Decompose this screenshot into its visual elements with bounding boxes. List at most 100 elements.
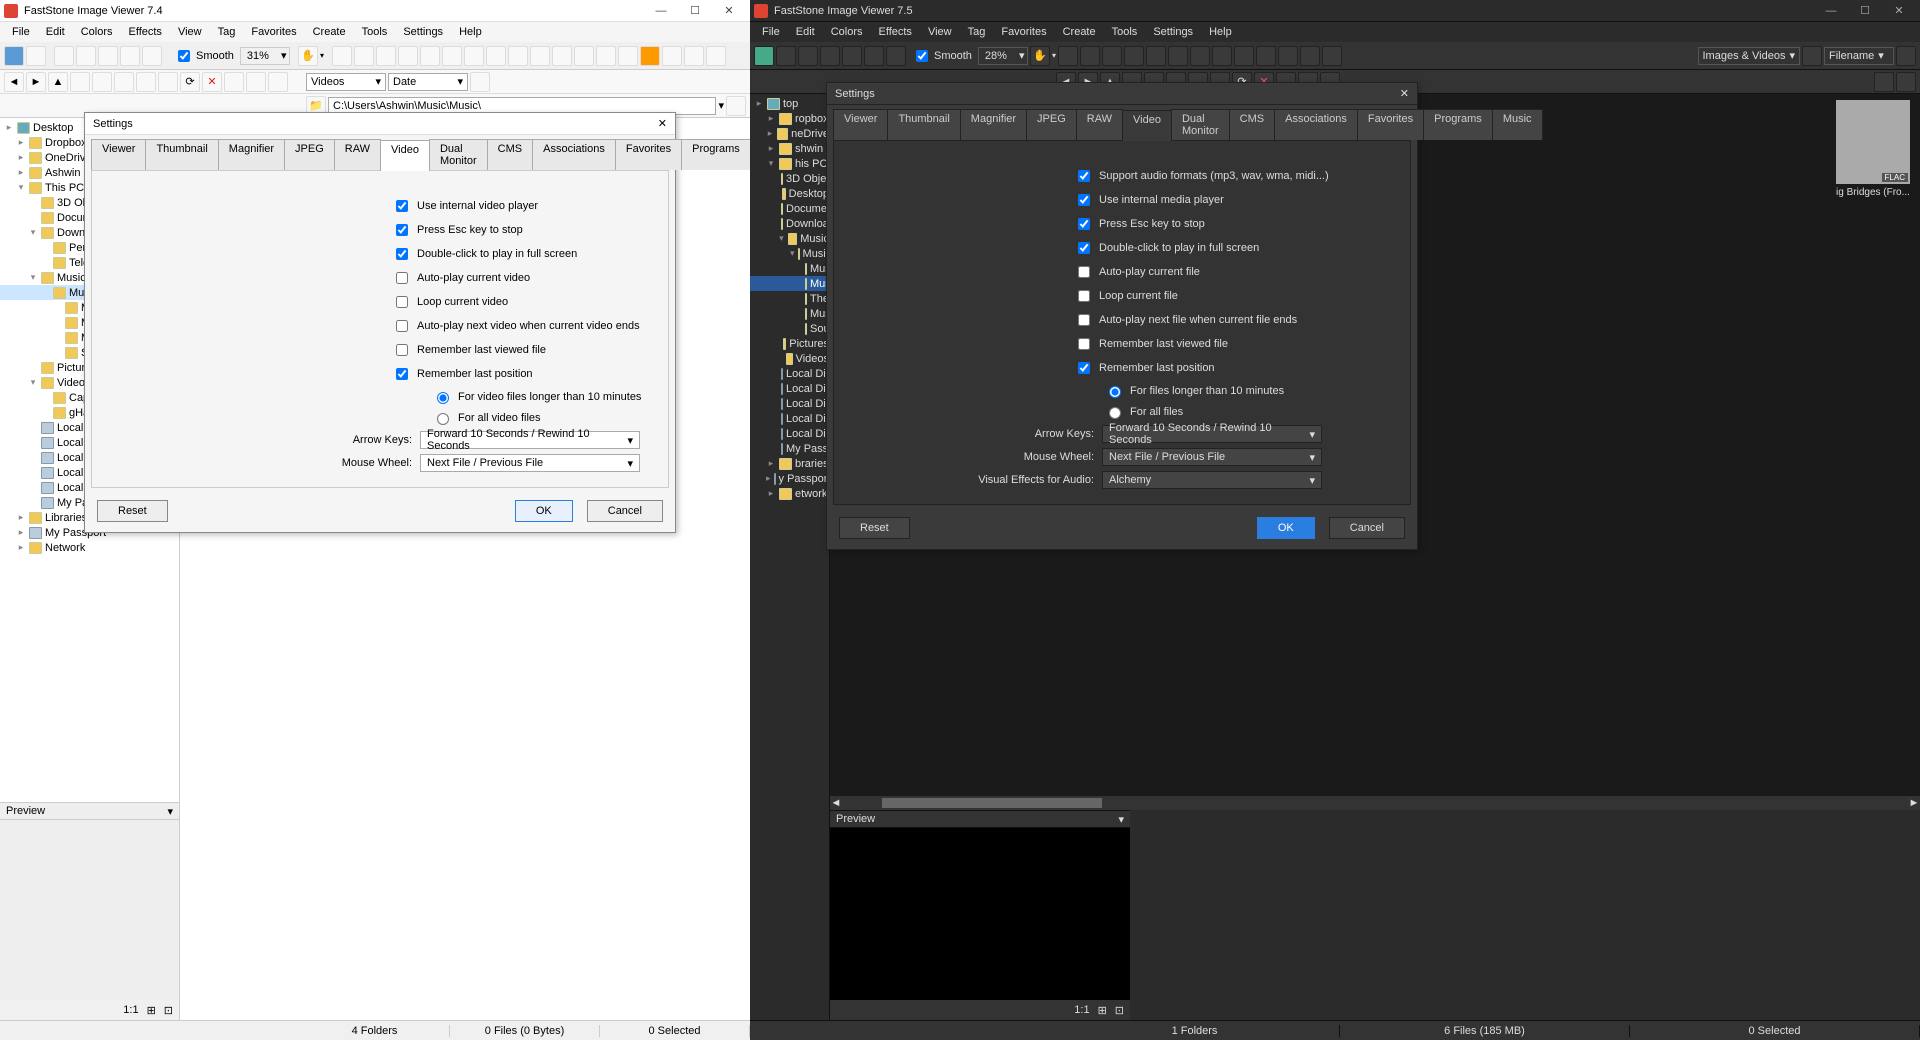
preview-opt2-icon[interactable]: ⊡	[1115, 1004, 1124, 1017]
t14[interactable]	[618, 46, 638, 66]
t01[interactable]	[798, 46, 818, 66]
u6[interactable]	[1168, 46, 1188, 66]
t5[interactable]	[420, 46, 440, 66]
opt-loop[interactable]: Loop current file	[1074, 287, 1390, 305]
t8[interactable]	[486, 46, 506, 66]
menu-help[interactable]: Help	[451, 24, 490, 40]
t6[interactable]	[442, 46, 462, 66]
tree-row[interactable]: ▾his PC	[750, 156, 829, 171]
tab-favorites[interactable]: Favorites	[1357, 109, 1424, 140]
menu-view[interactable]: View	[170, 24, 210, 40]
tree-row[interactable]: Local Disk (G:)	[750, 426, 829, 441]
menu-tools[interactable]: Tools	[1104, 24, 1146, 40]
menu-effects[interactable]: Effects	[121, 24, 170, 40]
menu-create[interactable]: Create	[1055, 24, 1104, 40]
twisty-icon[interactable]: ▸	[754, 98, 764, 109]
opt-support[interactable]: Support audio formats (mp3, wav, wma, mi…	[1074, 167, 1390, 185]
menu-tag[interactable]: Tag	[960, 24, 994, 40]
u5[interactable]	[1146, 46, 1166, 66]
twisty-icon[interactable]: ▸	[16, 167, 26, 178]
tree-row[interactable]: ▸y Passport (H:)	[750, 471, 829, 486]
twisty-icon[interactable]: ▾	[28, 377, 38, 388]
u11[interactable]	[1278, 46, 1298, 66]
fwd-tbtn[interactable]: ►	[26, 72, 46, 92]
menu-file[interactable]: File	[4, 24, 38, 40]
preview-opt-icon[interactable]: ⊞	[1098, 1004, 1107, 1017]
menu-file[interactable]: File	[754, 24, 788, 40]
smooth-checkbox[interactable]: Smooth	[912, 47, 972, 65]
go-tbtn[interactable]	[726, 96, 746, 116]
tab-programs[interactable]: Programs	[1423, 109, 1493, 140]
reset-button[interactable]: Reset	[97, 500, 168, 522]
menu-effects[interactable]: Effects	[871, 24, 920, 40]
tree-row[interactable]: Videos	[750, 351, 829, 366]
u10[interactable]	[1256, 46, 1276, 66]
menu-favorites[interactable]: Favorites	[243, 24, 304, 40]
tree-row[interactable]: ▸neDrive	[750, 126, 829, 141]
move-tbtn[interactable]	[76, 46, 96, 66]
tab-viewer[interactable]: Viewer	[91, 139, 146, 170]
reset-button[interactable]: Reset	[839, 517, 910, 539]
sort-select[interactable]: Filename▾	[1824, 47, 1894, 65]
smooth-checkbox[interactable]: Smooth	[174, 47, 234, 65]
folder-tree[interactable]: ▸top▸ropbox▸neDrive▸shwin▾his PC3D Objec…	[750, 94, 829, 1020]
menu-colors[interactable]: Colors	[823, 24, 871, 40]
minimize-button[interactable]: —	[1814, 1, 1848, 21]
menu-help[interactable]: Help	[1201, 24, 1240, 40]
menu-edit[interactable]: Edit	[38, 24, 73, 40]
opt-internal[interactable]: Use internal media player	[1074, 191, 1390, 209]
paste-tbtn[interactable]	[142, 46, 162, 66]
opt-autoplay-cur[interactable]: Auto-play current video	[392, 269, 648, 287]
t7[interactable]	[464, 46, 484, 66]
cancel-button[interactable]: Cancel	[1329, 517, 1405, 539]
hand-dd-icon[interactable]: ▾	[320, 51, 324, 60]
t10[interactable]	[530, 46, 550, 66]
tab-magnifier[interactable]: Magnifier	[218, 139, 285, 170]
wheel-select[interactable]: Next File / Previous File▾	[420, 454, 640, 472]
tab-thumbnail[interactable]: Thumbnail	[145, 139, 218, 170]
fs-btn[interactable]	[1802, 46, 1822, 66]
tree-row[interactable]: ▾Music	[750, 246, 829, 261]
opt-dbl[interactable]: Double-click to play in full screen	[392, 245, 648, 263]
u8[interactable]	[1212, 46, 1232, 66]
tab-jpeg[interactable]: JPEG	[1026, 109, 1077, 140]
cut-tbtn[interactable]	[120, 46, 140, 66]
menu-create[interactable]: Create	[305, 24, 354, 40]
opt-rem-viewed[interactable]: Remember last viewed file	[1074, 335, 1390, 353]
dialog-close-icon[interactable]: ✕	[1400, 87, 1409, 100]
delete-tbtn[interactable]: ✕	[202, 72, 222, 92]
nav-opt2-tbtn[interactable]	[1896, 72, 1916, 92]
t04[interactable]	[864, 46, 884, 66]
opt-r-longer[interactable]: For files longer than 10 minutes	[1104, 383, 1390, 398]
filter-select[interactable]: Images & Videos▾	[1698, 47, 1801, 65]
zoom-control[interactable]: 31% ▾	[240, 47, 290, 65]
nb8[interactable]	[268, 72, 288, 92]
menu-view[interactable]: View	[920, 24, 960, 40]
visual-select[interactable]: Alchemy▾	[1102, 471, 1322, 489]
t12[interactable]	[574, 46, 594, 66]
twisty-icon[interactable]: ▸	[16, 527, 26, 538]
opt-autoplay-cur[interactable]: Auto-play current file	[1074, 263, 1390, 281]
nb2[interactable]	[92, 72, 112, 92]
opt-autoplay-next[interactable]: Auto-play next video when current video …	[392, 317, 648, 335]
opt-r-longer[interactable]: For video files longer than 10 minutes	[432, 389, 648, 404]
t9[interactable]	[508, 46, 528, 66]
t15[interactable]	[662, 46, 682, 66]
tree-row[interactable]: ▸shwin	[750, 141, 829, 156]
arrow-select[interactable]: Forward 10 Seconds / Rewind 10 Seconds▾	[420, 431, 640, 449]
tab-cms[interactable]: CMS	[1229, 109, 1275, 140]
tab-magnifier[interactable]: Magnifier	[960, 109, 1027, 140]
tree-row[interactable]: Music - V	[750, 306, 829, 321]
smooth-check-input[interactable]	[178, 50, 190, 62]
tree-row[interactable]: The N	[750, 291, 829, 306]
preview-opt-icon[interactable]: ⊞	[147, 1004, 156, 1017]
menu-settings[interactable]: Settings	[1145, 24, 1201, 40]
twisty-icon[interactable]: ▸	[766, 128, 774, 139]
u9[interactable]	[1234, 46, 1254, 66]
sort-select[interactable]: Date ▾	[388, 73, 468, 91]
tree-row[interactable]: ▾Music	[750, 231, 829, 246]
nb6[interactable]	[224, 72, 244, 92]
tree-row[interactable]: ▸braries	[750, 456, 829, 471]
hand-tbtn[interactable]: ✋	[298, 46, 318, 66]
opt-rem-pos[interactable]: Remember last position	[392, 365, 648, 383]
